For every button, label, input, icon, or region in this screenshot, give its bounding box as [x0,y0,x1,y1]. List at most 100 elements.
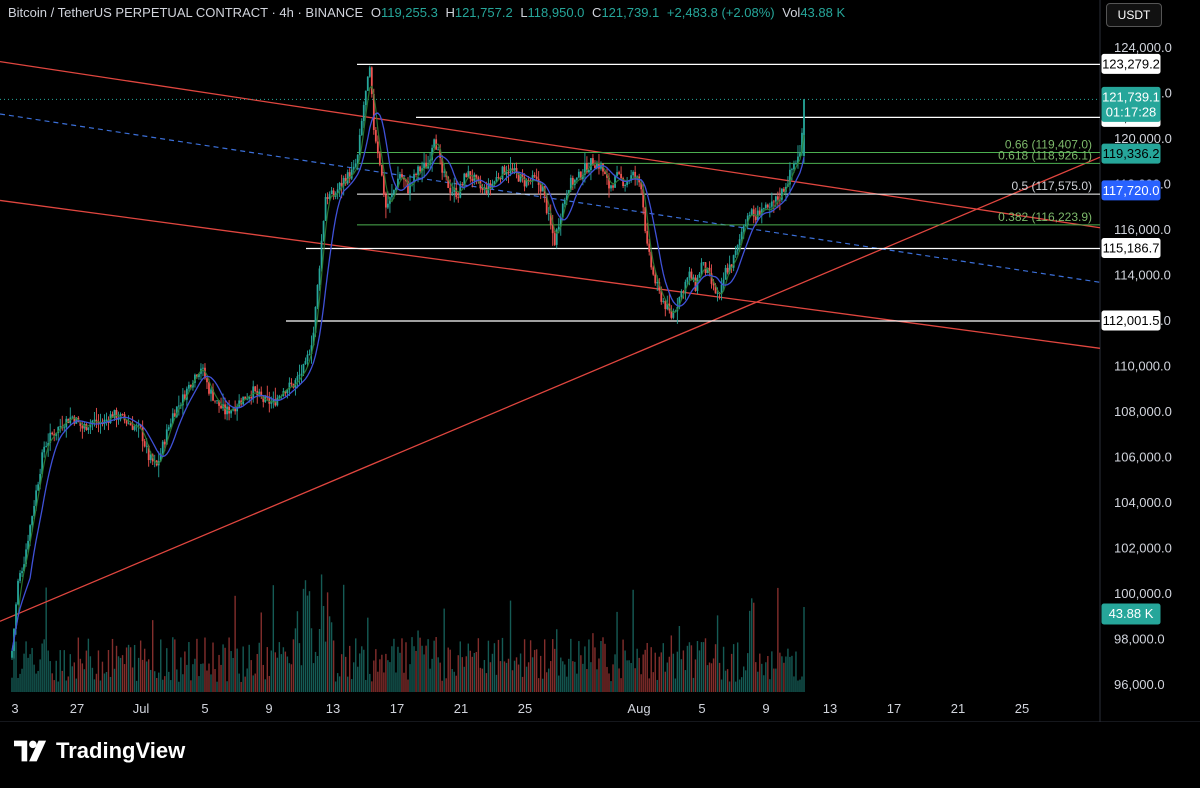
price-chart[interactable]: 0.66 (119,407.0)0.618 (118,926.1)0.5 (11… [0,0,1200,788]
volume-bar [773,668,775,692]
volume-bar [704,638,707,692]
volume-bar [91,667,94,692]
symbol-title[interactable]: Bitcoin / TetherUS PERPETUAL CONTRACT · … [8,5,363,20]
volume-bar [200,663,202,692]
volume-bar [298,643,301,692]
volume-bar [682,650,685,692]
volume-bar [614,654,616,692]
volume-bar [170,680,172,692]
volume-bar [79,658,82,692]
price-tick-label: 98,000.0 [1114,632,1165,647]
volume-bar [405,642,407,692]
volume-bar [753,602,755,692]
candle-body [308,354,311,355]
volume-bar [224,647,226,692]
volume-bar [377,671,379,692]
candle-body [322,220,325,241]
volume-bar [775,668,777,692]
currency-button[interactable]: USDT [1106,3,1162,27]
volume-bar [246,668,248,692]
volume-bar [590,662,592,692]
candle-body [656,282,659,284]
volume-bar [210,674,212,692]
candle-body [208,382,210,394]
volume-bar [150,669,152,692]
volume-bar [198,676,200,692]
volume-bar [369,673,371,692]
candle-body [177,405,180,407]
volume-bar [732,644,735,692]
candle-body [37,484,40,491]
volume-bar [308,591,311,692]
volume-bar [767,655,769,692]
volume-bar [726,669,729,692]
candle-body [376,141,379,154]
level-price-label-text: 115,186.7 [1103,241,1160,256]
volume-bar [529,640,532,692]
price-tick-label: 114,000.0 [1114,268,1171,283]
volume-bar [260,612,262,692]
volume-bar [208,663,210,692]
volume-bar [152,620,154,692]
volume-bar [594,647,596,692]
volume-bar [799,679,801,692]
time-axis[interactable]: 3 27 Jul 5 9 13 17 21 25 Aug 5 9 13 17 21 25 [11,701,1029,716]
candle-body [588,170,590,173]
volume-bar [381,654,383,692]
candle-body [366,76,369,91]
high-value: 121,757.2 [454,5,513,20]
volume-bar [105,672,108,692]
price-axis[interactable]: 124,000.0122,000.0120,000.0118,000.0116,… [1114,40,1172,692]
candle-body [384,194,387,208]
volume-bar [117,656,120,692]
volume-bar [718,662,721,692]
level-price-label-text: 112,001.5 [1103,313,1160,328]
candle-body [507,172,510,174]
volume-bar [365,679,367,692]
volume-bar [747,653,749,692]
volume-bar [101,661,104,692]
volume-bar [624,650,626,692]
candle-body [330,190,333,195]
volume-bar [202,663,204,692]
candle-body [610,185,612,189]
candle-body [443,171,446,173]
volume-bar [192,664,194,692]
volume-bar [574,661,576,692]
volume-bar [93,679,96,692]
volume-bar [409,664,411,692]
volume-bar [145,661,148,692]
tradingview-logo[interactable]: TradingView [14,738,185,764]
candle-body [654,274,657,284]
volume-bar [395,672,397,692]
time-tick-label: Jul [133,701,150,716]
volume-bar [473,652,476,692]
volume-bar [178,681,180,692]
level-price-label-text: 123,279.2 [1102,56,1160,71]
tradingview-icon [14,740,47,762]
volume-bar [268,675,270,692]
volume-bar [670,635,673,692]
candle-body [71,416,74,418]
candle-body [620,173,622,179]
volume-bar [346,676,349,692]
candle-body [481,188,484,190]
candle-body [306,354,309,362]
volume-bar [751,598,753,692]
volume-bar [41,643,43,692]
candle-body [167,427,170,430]
volume-bar [218,654,220,692]
volume-bar [248,644,250,692]
candle-body [290,382,293,385]
volume-bar [21,668,23,692]
volume-bar [640,674,642,692]
volume-bar [232,657,234,692]
volume-bar [397,646,399,692]
volume-bar [584,646,586,692]
volume-bar [69,654,71,692]
volume-bar [487,640,490,692]
candle-body [632,171,635,176]
volume-bar [387,660,389,692]
symbol-legend[interactable]: Bitcoin / TetherUS PERPETUAL CONTRACT · … [8,5,849,20]
fib-price-label-text: 119,336.2 [1103,146,1160,161]
